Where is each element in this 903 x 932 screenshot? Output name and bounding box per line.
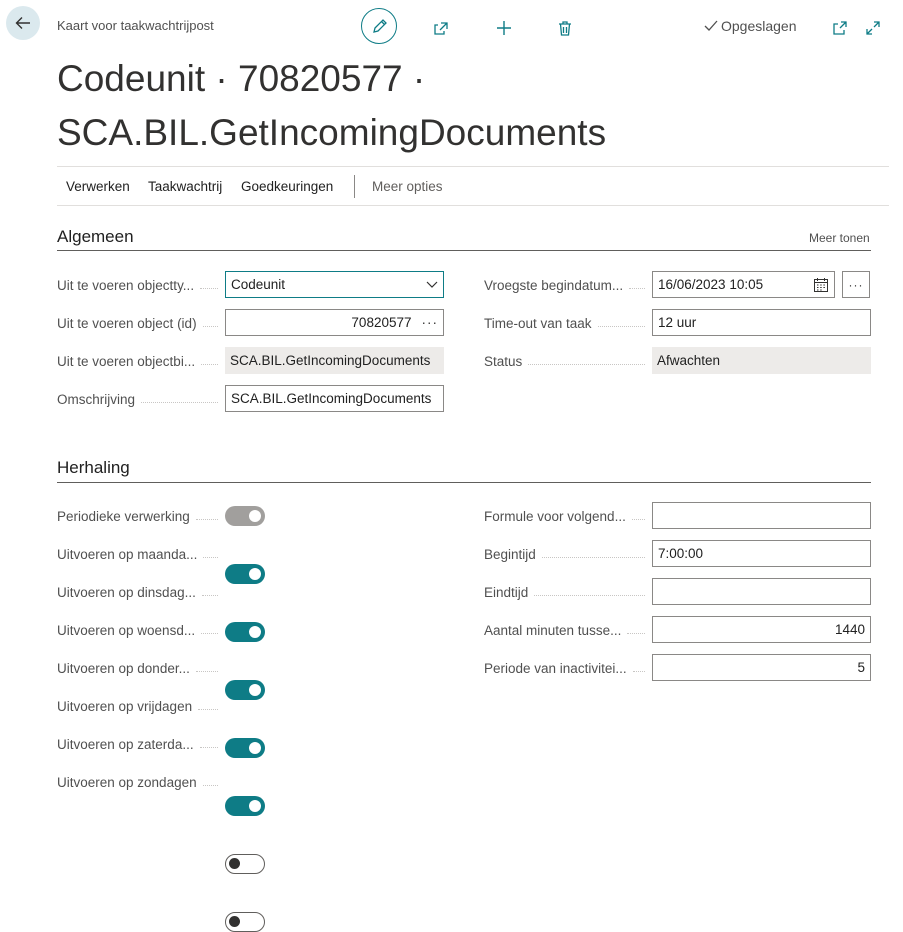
- action-bar-bottom-divider: [57, 205, 889, 206]
- page-title-line1: Codeunit · 70820577 ·: [57, 58, 426, 99]
- earliest-start-field[interactable]: 16/06/2023 10:05: [652, 271, 835, 298]
- toggle-label-thursday: Uitvoeren op donder...: [57, 659, 222, 677]
- start-time-value: 7:00:00: [658, 546, 704, 561]
- toggle-label-monday: Uitvoeren op maanda...: [57, 545, 222, 563]
- inactivity-label: Periode van inactivitei...: [484, 659, 649, 677]
- object-caption-field: SCA.BIL.GetIncomingDocuments: [225, 347, 444, 374]
- description-value: SCA.BIL.GetIncomingDocuments: [231, 391, 432, 406]
- toggle-label-periodic: Periodieke verwerking: [57, 507, 222, 525]
- section-title-recurrence[interactable]: Herhaling: [57, 458, 130, 478]
- action-bar-top-divider: [57, 166, 889, 167]
- earliest-start-ellipsis-button[interactable]: ···: [842, 271, 870, 298]
- section-title-general[interactable]: Algemeen: [57, 227, 134, 247]
- inactivity-value: 5: [857, 660, 865, 675]
- page-title-line2: SCA.BIL.GetIncomingDocuments: [57, 112, 607, 153]
- toggle-label-tuesday: Uitvoeren op dinsdag...: [57, 583, 222, 601]
- open-in-new-window-icon: [833, 21, 847, 35]
- arrow-left-icon: [15, 17, 30, 29]
- description-label: Omschrijving: [57, 390, 222, 408]
- minutes-field[interactable]: 1440: [652, 616, 871, 643]
- back-button[interactable]: [6, 6, 40, 40]
- object-caption-value: SCA.BIL.GetIncomingDocuments: [230, 353, 431, 368]
- toggle-label-friday: Uitvoeren op vrijdagen: [57, 697, 222, 715]
- delete-button[interactable]: [547, 10, 583, 46]
- earliest-start-label: Vroegste begindatum...: [484, 276, 649, 294]
- toggle-saturday[interactable]: [225, 854, 265, 874]
- add-button[interactable]: [486, 10, 522, 46]
- object-id-value: 70820577: [351, 315, 412, 330]
- toggle-wednesday[interactable]: [225, 680, 265, 700]
- toggle-thursday[interactable]: [225, 738, 265, 758]
- chevron-down-icon: [426, 281, 438, 288]
- expand-icon: [866, 21, 880, 35]
- description-field[interactable]: SCA.BIL.GetIncomingDocuments: [225, 385, 444, 412]
- status-label: Status: [484, 352, 649, 370]
- share-button[interactable]: [423, 10, 459, 46]
- status-value: Afwachten: [657, 353, 721, 368]
- ellipsis-icon: ···: [848, 277, 864, 292]
- edit-button[interactable]: [361, 8, 397, 44]
- show-more-link[interactable]: Meer tonen: [809, 231, 870, 245]
- end-time-field[interactable]: [652, 578, 871, 605]
- section-divider-recurrence: [57, 482, 871, 483]
- object-type-select[interactable]: Codeunit: [225, 271, 444, 298]
- toggle-sunday[interactable]: [225, 912, 265, 932]
- saved-label: Opgeslagen: [721, 18, 797, 34]
- section-divider-general: [57, 250, 871, 251]
- plus-icon: [497, 21, 511, 35]
- breadcrumb: Kaart voor taakwachtrijpost: [57, 18, 214, 33]
- timeout-value: 12 uur: [658, 315, 697, 330]
- object-id-field[interactable]: 70820577 ···: [225, 309, 444, 336]
- start-time-label: Begintijd: [484, 545, 649, 563]
- ellipsis-icon[interactable]: ···: [422, 315, 439, 330]
- status-field: Afwachten: [652, 347, 871, 374]
- action-separator: [354, 175, 355, 198]
- calendar-icon[interactable]: [813, 277, 829, 293]
- toggle-label-sunday: Uitvoeren op zondagen: [57, 773, 222, 791]
- action-process[interactable]: Verwerken: [66, 179, 130, 194]
- action-job-queue[interactable]: Taakwachtrij: [148, 179, 222, 194]
- object-id-label: Uit te voeren object (id): [57, 314, 222, 332]
- formula-label: Formule voor volgend...: [484, 507, 649, 525]
- formula-field[interactable]: [652, 502, 871, 529]
- toggle-periodic: [225, 506, 265, 526]
- start-time-field[interactable]: 7:00:00: [652, 540, 871, 567]
- open-new-window-button[interactable]: [822, 10, 858, 46]
- object-caption-label: Uit te voeren objectbi...: [57, 352, 222, 370]
- toggle-friday[interactable]: [225, 796, 265, 816]
- object-type-value: Codeunit: [231, 277, 286, 292]
- earliest-start-value: 16/06/2023 10:05: [658, 277, 764, 292]
- action-more-options[interactable]: Meer opties: [372, 179, 443, 194]
- share-icon: [434, 22, 448, 35]
- trash-icon: [559, 20, 571, 36]
- toggle-monday[interactable]: [225, 564, 265, 584]
- toggle-label-wednesday: Uitvoeren op woensd...: [57, 621, 222, 639]
- timeout-label: Time-out van taak: [484, 314, 649, 332]
- toggle-label-saturday: Uitvoeren op zaterda...: [57, 735, 222, 753]
- minutes-label: Aantal minuten tusse...: [484, 621, 649, 639]
- object-type-label: Uit te voeren objectty...: [57, 276, 222, 294]
- page-title: Codeunit · 70820577 · SCA.BIL.GetIncomin…: [57, 52, 857, 160]
- minutes-value: 1440: [834, 622, 865, 637]
- expand-button[interactable]: [855, 10, 891, 46]
- action-approvals[interactable]: Goedkeuringen: [241, 179, 333, 194]
- toggle-tuesday[interactable]: [225, 622, 265, 642]
- saved-status: Opgeslagen: [703, 18, 797, 34]
- end-time-label: Eindtijd: [484, 583, 649, 601]
- checkmark-icon: [704, 20, 718, 31]
- timeout-field[interactable]: 12 uur: [652, 309, 871, 336]
- inactivity-field[interactable]: 5: [652, 654, 871, 681]
- pencil-icon: [372, 18, 387, 33]
